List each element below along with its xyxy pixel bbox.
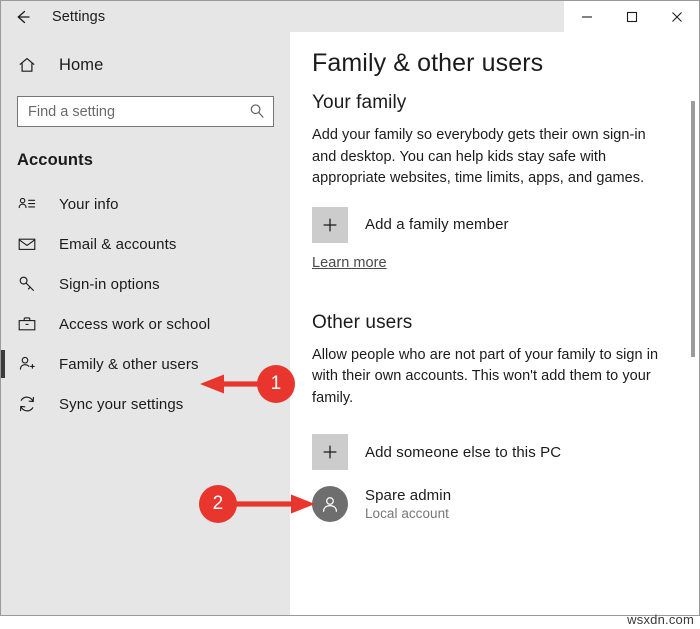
- watermark: wsxdn.com: [627, 612, 694, 627]
- scrollbar-thumb[interactable]: [691, 101, 695, 357]
- other-users-heading: Other users: [312, 311, 413, 333]
- plus-icon: [312, 206, 348, 243]
- briefcase-icon: [17, 314, 39, 334]
- user-account-meta: Spare admin Local account: [365, 487, 451, 521]
- sidebar-item-access-work-school[interactable]: Access work or school: [1, 304, 290, 344]
- sync-icon: [17, 394, 39, 414]
- sidebar-item-label: Family & other users: [59, 355, 199, 373]
- annotation-1-badge: 1: [257, 365, 295, 403]
- add-someone-else-button[interactable]: Add someone else to this PC: [290, 434, 699, 470]
- sidebar-item-your-info[interactable]: Your info: [1, 184, 290, 224]
- user-account-row[interactable]: Spare admin Local account: [290, 486, 699, 522]
- annotation-2-badge: 2: [199, 485, 237, 523]
- sidebar-item-label: Sync your settings: [59, 395, 184, 413]
- search-input[interactable]: [17, 96, 274, 127]
- your-family-description: Add your family so everybody gets their …: [312, 127, 646, 186]
- person-avatar-icon: [312, 486, 348, 522]
- user-account-type: Local account: [365, 506, 449, 521]
- add-family-member-button[interactable]: Add a family member: [290, 206, 699, 243]
- back-arrow-icon: [13, 7, 33, 27]
- annotation-2-arrow-icon: [234, 494, 315, 514]
- other-users-description: Allow people who are not part of your fa…: [312, 346, 659, 406]
- sidebar-item-home[interactable]: Home: [1, 48, 290, 82]
- add-someone-else-label: Add someone else to this PC: [365, 443, 562, 461]
- maximize-button[interactable]: [609, 1, 654, 32]
- sidebar-item-label: Access work or school: [59, 315, 211, 333]
- back-button[interactable]: [1, 1, 45, 32]
- content-scrollbar[interactable]: [690, 32, 696, 615]
- user-account-name: Spare admin: [365, 487, 452, 504]
- window-controls: [564, 1, 699, 32]
- user-card-icon: [17, 194, 39, 214]
- sidebar-item-label: Sign-in options: [59, 275, 160, 293]
- plus-icon: [312, 434, 348, 470]
- sidebar-category-title: Accounts: [17, 151, 93, 169]
- title-bar: Settings: [1, 1, 699, 32]
- settings-window: Settings Home Find a setting Accounts Yo…: [0, 0, 700, 616]
- maximize-icon: [626, 11, 638, 23]
- sidebar-home-label: Home: [59, 55, 104, 74]
- main-content: Family & other users Your family Add you…: [290, 32, 699, 615]
- close-icon: [671, 11, 683, 23]
- settings-app-screenshot: Settings Home Find a setting Accounts Yo…: [0, 0, 700, 629]
- sidebar-item-label: Your info: [59, 195, 119, 213]
- page-title: Family & other users: [312, 49, 544, 77]
- envelope-icon: [17, 234, 39, 254]
- sidebar-item-label: Email & accounts: [59, 235, 177, 253]
- home-icon: [17, 55, 39, 75]
- minimize-icon: [581, 11, 593, 23]
- sidebar-item-sign-in-options[interactable]: Sign-in options: [1, 264, 290, 304]
- your-family-heading: Your family: [312, 92, 407, 113]
- title-bar-left: Settings: [1, 1, 290, 32]
- close-button[interactable]: [654, 1, 699, 32]
- sidebar: Home Accounts: [1, 32, 290, 615]
- window-title: Settings: [52, 8, 106, 25]
- key-icon: [17, 274, 39, 294]
- minimize-button[interactable]: [564, 1, 609, 32]
- learn-more-link[interactable]: Learn more: [290, 243, 387, 271]
- user-plus-icon: [17, 354, 39, 374]
- sidebar-item-email-accounts[interactable]: Email & accounts: [1, 224, 290, 264]
- add-family-member-label: Add a family member: [365, 216, 509, 233]
- search-container: [17, 96, 274, 127]
